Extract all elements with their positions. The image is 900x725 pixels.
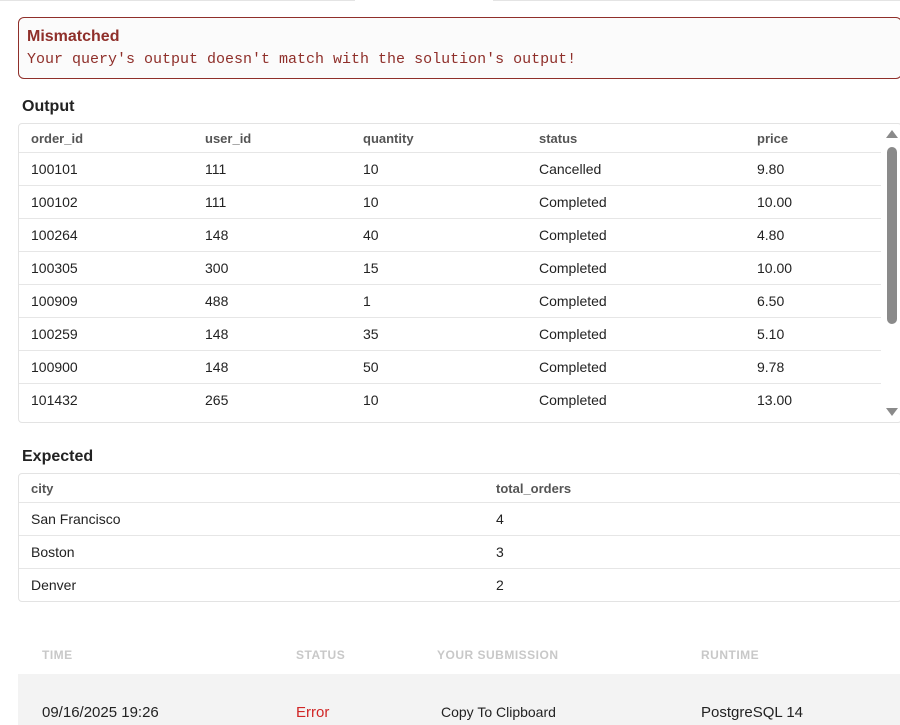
cell-quantity: 50: [363, 359, 379, 375]
table-row: 100259 148 35 Completed 5.10: [19, 318, 881, 351]
header-time: TIME: [42, 648, 73, 662]
cell-order-id: 100102: [31, 194, 78, 210]
table-row: 100909 488 1 Completed 6.50: [19, 285, 881, 318]
top-tab-strip: [0, 0, 900, 2]
cell-order-id: 100264: [31, 227, 78, 243]
table-row: Boston 3: [19, 536, 900, 569]
cell-quantity: 15: [363, 260, 379, 276]
cell-user-id: 265: [205, 392, 229, 408]
mismatch-alert: Mismatched Your query's output doesn't m…: [18, 17, 900, 79]
submission-runtime: PostgreSQL 14: [701, 704, 804, 721]
submissions-header: TIME STATUS YOUR SUBMISSION RUNTIME: [18, 640, 900, 674]
submission-time: 09/16/2025 19:26: [42, 704, 159, 721]
cell-user-id: 148: [205, 359, 229, 375]
cell-user-id: 300: [205, 260, 229, 276]
output-table[interactable]: order_id user_id quantity status price 1…: [18, 123, 900, 423]
cell-price: 10.00: [757, 260, 793, 276]
cell-price: 6.50: [757, 293, 785, 309]
cell-status: Cancelled: [539, 161, 602, 177]
cell-quantity: 10: [363, 161, 379, 177]
table-row: 101432 265 10 Completed 13.00: [19, 384, 881, 417]
column-header-quantity: quantity: [363, 131, 414, 146]
cell-quantity: 10: [363, 392, 379, 408]
column-header-total-orders: total_orders: [496, 481, 572, 496]
table-row: 100900 148 50 Completed 9.78: [19, 351, 881, 384]
cell-status: Completed: [539, 359, 607, 375]
cell-quantity: 35: [363, 326, 379, 342]
alert-message: Your query's output doesn't match with t…: [27, 51, 577, 68]
cell-order-id: 100909: [31, 293, 78, 309]
table-row: 100264 148 40 Completed 4.80: [19, 219, 881, 252]
table-row: 100102 111 10 Completed 10.00: [19, 186, 881, 219]
output-section-label: Output: [22, 98, 75, 115]
submission-row[interactable]: 09/16/2025 19:26 Error Copy To Clipboard…: [18, 674, 900, 725]
column-header-user-id: user_id: [205, 131, 252, 146]
cell-status: Completed: [539, 392, 607, 408]
table-row: Denver 2: [19, 569, 900, 601]
output-scrollbar[interactable]: [881, 124, 900, 422]
column-header-status: status: [539, 131, 578, 146]
expected-section-label: Expected: [22, 448, 94, 465]
cell-user-id: 111: [205, 161, 227, 177]
cell-quantity: 10: [363, 194, 379, 210]
output-table-header: order_id user_id quantity status price: [19, 124, 881, 153]
cell-status: Completed: [539, 326, 607, 342]
scroll-down-arrow-icon[interactable]: [886, 408, 898, 416]
cell-total-orders: 4: [496, 511, 504, 527]
cell-order-id: 100259: [31, 326, 78, 342]
cell-price: 13.00: [757, 392, 793, 408]
column-header-order-id: order_id: [31, 131, 84, 146]
tab-underline-right: [493, 0, 900, 1]
scroll-thumb[interactable]: [887, 147, 897, 324]
cell-user-id: 148: [205, 326, 229, 342]
header-runtime: RUNTIME: [701, 648, 760, 662]
cell-status: Completed: [539, 293, 607, 309]
expected-table-header: city total_orders: [19, 474, 900, 503]
cell-quantity: 1: [363, 293, 371, 309]
cell-order-id: 101432: [31, 392, 78, 408]
scroll-up-arrow-icon[interactable]: [886, 130, 898, 138]
cell-user-id: 488: [205, 293, 229, 309]
table-row: San Francisco 4: [19, 503, 900, 536]
cell-quantity: 40: [363, 227, 379, 243]
expected-table: city total_orders San Francisco 4 Boston…: [18, 473, 900, 602]
cell-city: San Francisco: [31, 511, 121, 527]
cell-city: Boston: [31, 544, 75, 560]
cell-price: 9.78: [757, 359, 785, 375]
cell-price: 4.80: [757, 227, 785, 243]
cell-status: Completed: [539, 194, 607, 210]
cell-total-orders: 2: [496, 577, 504, 593]
cell-status: Completed: [539, 227, 607, 243]
cell-price: 10.00: [757, 194, 793, 210]
table-row: 100101 111 10 Cancelled 9.80: [19, 153, 881, 186]
cell-price: 9.80: [757, 161, 785, 177]
cell-user-id: 148: [205, 227, 229, 243]
submission-status: Error: [296, 704, 330, 721]
cell-order-id: 100900: [31, 359, 78, 375]
cell-city: Denver: [31, 577, 77, 593]
cell-total-orders: 3: [496, 544, 504, 560]
header-status: STATUS: [296, 648, 346, 662]
copy-to-clipboard-link[interactable]: Copy To Clipboard: [441, 704, 556, 720]
cell-order-id: 100305: [31, 260, 78, 276]
cell-order-id: 100101: [31, 161, 78, 177]
header-your-submission: YOUR SUBMISSION: [437, 648, 559, 662]
column-header-price: price: [757, 131, 789, 146]
cell-price: 5.10: [757, 326, 785, 342]
alert-title: Mismatched: [27, 28, 120, 45]
cell-status: Completed: [539, 260, 607, 276]
column-header-city: city: [31, 481, 54, 496]
cell-user-id: 111: [205, 194, 227, 210]
tab-underline-left: [0, 0, 355, 1]
table-row: 100305 300 15 Completed 10.00: [19, 252, 881, 285]
